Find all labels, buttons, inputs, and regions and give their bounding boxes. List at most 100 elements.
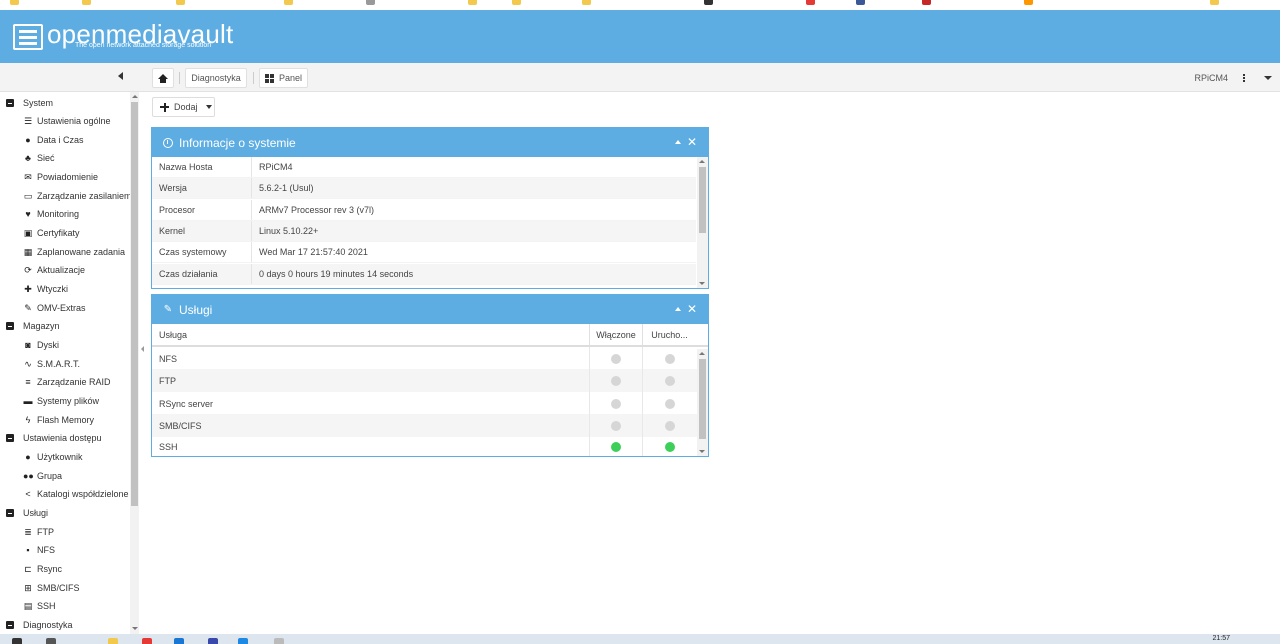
- nav-item-network[interactable]: ♣ Sieć: [0, 149, 130, 167]
- bookmark-folder-icon[interactable]: [10, 0, 19, 5]
- scrollbar-thumb[interactable]: [131, 102, 138, 506]
- nav-group-system[interactable]: System: [0, 94, 130, 112]
- scroll-up-icon[interactable]: [699, 352, 705, 355]
- nav-item-omv-extras[interactable]: ✎ OMV-Extras: [0, 299, 130, 317]
- service-row[interactable]: NFS: [152, 347, 697, 370]
- scroll-down-icon[interactable]: [132, 627, 138, 630]
- nav-item-general-settings[interactable]: ☰ Ustawienia ogólne: [0, 112, 130, 130]
- nav-item-updates[interactable]: ⟳ Aktualizacje: [0, 261, 130, 279]
- sidebar-splitter[interactable]: [139, 92, 147, 634]
- service-row[interactable]: SMB/CIFS: [152, 414, 697, 437]
- nav-item-ftp[interactable]: ≣ FTP: [0, 523, 130, 541]
- collapse-icon[interactable]: [6, 99, 14, 107]
- bookmark-folder-icon[interactable]: [176, 0, 185, 5]
- close-icon[interactable]: ✕: [687, 302, 697, 316]
- bookmark-folder-icon[interactable]: [468, 0, 477, 5]
- users-icon: ●●: [23, 471, 34, 481]
- collapse-arrow-icon[interactable]: [141, 346, 144, 352]
- service-row[interactable]: FTP: [152, 369, 697, 392]
- rsync-icon: ⊏: [24, 564, 32, 574]
- nav-item-disks[interactable]: ◙ Dyski: [0, 336, 130, 354]
- scroll-down-icon[interactable]: [699, 282, 705, 285]
- edge-icon[interactable]: [174, 638, 184, 644]
- add-widget-button[interactable]: Dodaj: [152, 97, 215, 117]
- bookmark-facebook-icon[interactable]: [856, 0, 865, 5]
- nav-item-nfs[interactable]: ▪ NFS: [0, 541, 130, 559]
- nav-item-flash-memory[interactable]: ϟ Flash Memory: [0, 411, 130, 429]
- nav-group-access-rights[interactable]: Ustawienia dostępu: [0, 429, 130, 447]
- nav-item-label: Ustawienia ogólne: [37, 116, 111, 126]
- folders-icon: ▬: [23, 396, 33, 406]
- browser-icon[interactable]: [142, 638, 152, 644]
- nav-item-label: Użytkownik: [37, 452, 83, 462]
- close-icon[interactable]: ✕: [687, 135, 697, 149]
- nav-item-group[interactable]: ●● Grupa: [0, 467, 130, 485]
- nav-item-ssh[interactable]: ▤ SSH: [0, 597, 130, 615]
- sidebar-scrollbar[interactable]: [130, 92, 139, 634]
- collapse-panel-icon[interactable]: [675, 307, 681, 311]
- dropdown-caret-icon[interactable]: [1264, 76, 1272, 80]
- info-value: 0 days 0 hours 19 minutes 14 seconds: [259, 269, 414, 279]
- nav-group-storage[interactable]: Magazyn: [0, 317, 130, 335]
- collapse-sidebar-icon[interactable]: [118, 72, 123, 80]
- nav-item-label: Data i Czas: [37, 135, 84, 145]
- bookmark-pin-icon[interactable]: [806, 0, 815, 5]
- running-status-icon: [664, 353, 675, 364]
- services-scrollbar[interactable]: [697, 349, 708, 456]
- system-info-scrollbar[interactable]: [697, 157, 708, 288]
- nav-item-plugins[interactable]: ✚ Wtyczki: [0, 280, 130, 298]
- bookmark-orange-icon[interactable]: [1024, 0, 1033, 5]
- scrollbar-thumb[interactable]: [699, 359, 706, 439]
- scrollbar-thumb[interactable]: [699, 167, 706, 233]
- service-row[interactable]: SSH: [152, 437, 697, 456]
- nav-item-label: SMB/CIFS: [37, 583, 80, 593]
- nav-item-label: Certyfikaty: [37, 228, 80, 238]
- bookmark-github-icon[interactable]: [704, 0, 713, 5]
- nav-item-certificates[interactable]: ▣ Certyfikaty: [0, 224, 130, 242]
- nav-item-rsync[interactable]: ⊏ Rsync: [0, 560, 130, 578]
- collapse-icon[interactable]: [6, 621, 14, 629]
- column-header-enabled[interactable]: Włączone: [590, 324, 643, 345]
- collapse-panel-icon[interactable]: [675, 140, 681, 144]
- nav-item-smart[interactable]: ∿ S.M.A.R.T.: [0, 355, 130, 373]
- scroll-down-icon[interactable]: [699, 450, 705, 453]
- nav-item-notification[interactable]: ✉ Powiadomienie: [0, 168, 130, 186]
- app-icon[interactable]: [238, 638, 248, 644]
- collapse-icon[interactable]: [6, 509, 14, 517]
- app-icon[interactable]: [208, 638, 218, 644]
- column-header-service[interactable]: Usługa: [152, 324, 590, 345]
- nav-item-raid[interactable]: ≡ Zarządzanie RAID: [0, 373, 130, 391]
- explorer-icon[interactable]: [108, 638, 118, 644]
- scroll-up-icon[interactable]: [699, 160, 705, 163]
- column-header-running[interactable]: Urucho...: [643, 324, 696, 345]
- scroll-up-icon[interactable]: [132, 95, 138, 98]
- bookmark-folder-icon[interactable]: [82, 0, 91, 5]
- nav-item-filesystems[interactable]: ▬ Systemy plików: [0, 392, 130, 410]
- start-icon[interactable]: [12, 638, 22, 644]
- bookmark-folder-icon[interactable]: [512, 0, 521, 5]
- home-button[interactable]: [152, 68, 174, 88]
- search-icon[interactable]: [46, 638, 56, 644]
- nav-item-monitoring[interactable]: ♥ Monitoring: [0, 205, 130, 223]
- bookmark-folder-icon[interactable]: [1210, 0, 1219, 5]
- nav-group-diagnostics[interactable]: Diagnostyka: [0, 616, 130, 634]
- nav-item-scheduled-jobs[interactable]: ▦ Zaplanowane zadania: [0, 243, 130, 261]
- app-icon[interactable]: [274, 638, 284, 644]
- collapse-icon[interactable]: [6, 322, 14, 330]
- bookmark-folder-icon[interactable]: [284, 0, 293, 5]
- breadcrumb-panel[interactable]: Panel: [259, 68, 308, 88]
- nav-item-date-time[interactable]: ● Data i Czas: [0, 131, 130, 149]
- nav-item-shared-folders[interactable]: < Katalogi współdzielone: [0, 485, 130, 503]
- bookmark-folder-icon[interactable]: [582, 0, 591, 5]
- nav-item-user[interactable]: ● Użytkownik: [0, 448, 130, 466]
- enabled-status-icon: [611, 420, 621, 431]
- bookmark-red-icon[interactable]: [922, 0, 931, 5]
- nav-item-power-management[interactable]: ▭ Zarządzanie zasilaniem: [0, 187, 130, 205]
- collapse-icon[interactable]: [6, 434, 14, 442]
- bookmark-globe-icon[interactable]: [366, 0, 375, 5]
- more-menu-icon[interactable]: [1234, 68, 1254, 88]
- breadcrumb-diagnostics[interactable]: Diagnostyka: [185, 68, 247, 88]
- nav-item-smb-cifs[interactable]: ⊞ SMB/CIFS: [0, 579, 130, 597]
- service-row[interactable]: RSync server: [152, 392, 697, 415]
- nav-group-services[interactable]: Usługi: [0, 504, 130, 522]
